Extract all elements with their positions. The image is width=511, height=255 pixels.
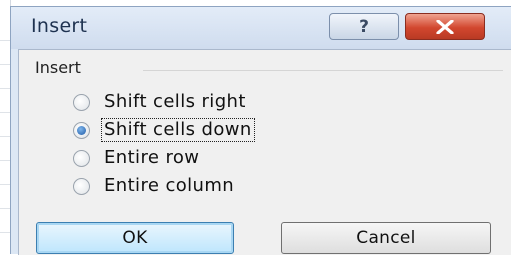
radio-icon[interactable] (73, 93, 90, 111)
option-label: Entire column (104, 175, 235, 196)
ok-button[interactable]: OK (36, 222, 234, 254)
option-label: Shift cells down (101, 118, 255, 142)
sheet-gridline (0, 160, 10, 161)
title-bar[interactable]: Insert ? (11, 7, 511, 49)
sheet-gridline (0, 88, 10, 89)
sheet-gridline (0, 232, 10, 233)
sheet-gridline (0, 64, 10, 65)
help-icon: ? (359, 16, 369, 37)
cancel-label: Cancel (356, 228, 416, 248)
close-button[interactable] (405, 13, 485, 40)
radio-icon[interactable] (73, 177, 90, 195)
cancel-button[interactable]: Cancel (281, 222, 491, 254)
radio-checked-icon[interactable] (73, 121, 90, 139)
help-button[interactable]: ? (329, 13, 399, 40)
close-icon (436, 19, 454, 34)
option-label: Shift cells right (104, 91, 246, 112)
dialog-body: Insert Shift cells right Shift cells dow… (18, 49, 511, 255)
sheet-gridline (0, 40, 10, 41)
option-shift-cells-down[interactable]: Shift cells down (73, 118, 255, 142)
option-label: Entire row (104, 147, 200, 168)
sheet-gridline (0, 208, 10, 209)
option-entire-row[interactable]: Entire row (73, 146, 201, 170)
option-entire-column[interactable]: Entire column (73, 174, 236, 198)
group-divider (143, 70, 503, 71)
ok-label: OK (122, 228, 148, 248)
sheet-gridline (0, 136, 10, 137)
option-shift-cells-right[interactable]: Shift cells right (73, 90, 248, 114)
radio-dot (77, 125, 86, 135)
radio-icon[interactable] (73, 149, 90, 167)
dialog-title: Insert (31, 15, 88, 37)
insert-dialog: Insert ? Insert Shift cells right Shift … (10, 6, 511, 255)
group-label-insert: Insert (35, 58, 81, 77)
sheet-gridline (0, 184, 10, 185)
sheet-gridline (0, 112, 10, 113)
